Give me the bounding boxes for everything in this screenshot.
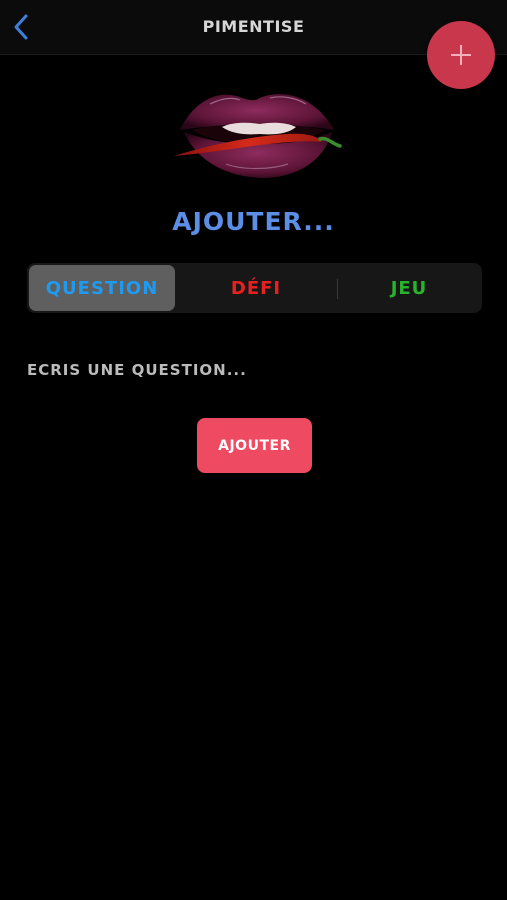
- submit-add-button[interactable]: AJOUTER: [197, 418, 312, 473]
- tab-defi-label: DÉFI: [230, 277, 282, 299]
- lips-chili-logo: [174, 94, 342, 178]
- add-fab-button[interactable]: [427, 21, 495, 89]
- tab-jeu[interactable]: JEU: [339, 265, 479, 311]
- tab-question-label: QUESTION: [45, 277, 159, 299]
- page-title: PIMENTISE: [202, 17, 305, 36]
- add-heading: AJOUTER...: [172, 207, 335, 236]
- tab-defi[interactable]: DÉFI: [181, 265, 331, 311]
- plus-icon: [451, 45, 471, 65]
- tab-jeu-label: JEU: [390, 277, 428, 299]
- type-segmented-control: QUESTION DÉFI JEU: [27, 263, 482, 313]
- segment-divider: [337, 279, 338, 299]
- question-input[interactable]: [27, 355, 482, 385]
- tab-question[interactable]: QUESTION: [29, 265, 175, 311]
